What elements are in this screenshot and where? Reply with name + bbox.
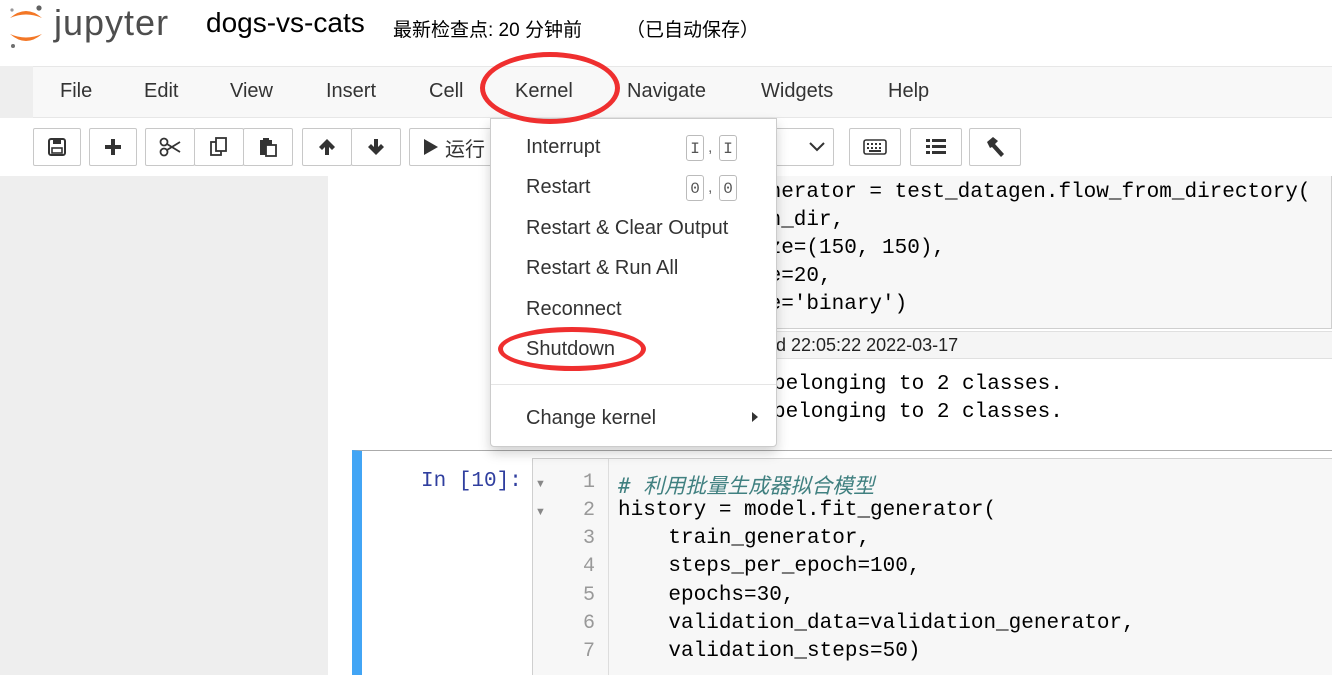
menu-help[interactable]: Help xyxy=(888,80,929,103)
menu-item-restart-run-all[interactable]: Restart & Run All xyxy=(526,257,678,280)
jupyter-logo-icon[interactable] xyxy=(6,2,46,50)
autosave-status: （已自动保存） xyxy=(626,20,760,41)
line-number: 1 xyxy=(582,471,595,494)
menu-file[interactable]: File xyxy=(60,80,92,103)
move-down-button[interactable] xyxy=(351,128,401,166)
checkpoint-status: 最新检查点: 20 分钟前 xyxy=(393,20,582,41)
menu-cell[interactable]: Cell xyxy=(429,80,463,103)
menu-widgets[interactable]: Widgets xyxy=(761,80,833,103)
line-number: 6 xyxy=(582,612,595,635)
menu-navigate[interactable]: Navigate xyxy=(627,80,706,103)
jupyter-logo-text[interactable]: jupyter xyxy=(54,2,169,44)
menu-divider xyxy=(491,384,776,385)
cell-type-select[interactable] xyxy=(770,128,834,166)
code-line: epochs=30, xyxy=(618,584,795,607)
code-line: train_generator, xyxy=(618,527,871,550)
command-palette-button[interactable] xyxy=(849,128,901,166)
cut-button[interactable] xyxy=(145,128,195,166)
hammer-icon xyxy=(987,137,1004,157)
kernel-dropdown-menu: Interrupt I , I Restart 0 , 0 Restart & … xyxy=(490,118,777,447)
code-line: de='binary') xyxy=(756,293,908,316)
paste-button[interactable] xyxy=(243,128,293,166)
code-line: history = model.fit_generator( xyxy=(618,499,997,522)
chevron-down-icon xyxy=(809,142,825,152)
insert-cell-button[interactable] xyxy=(89,128,137,166)
toc-button[interactable] xyxy=(910,128,962,166)
menu-item-restart[interactable]: Restart xyxy=(526,176,590,199)
menu-item-change-kernel[interactable]: Change kernel xyxy=(526,407,656,430)
line-number: 4 xyxy=(582,555,595,578)
run-label: 运行 xyxy=(445,138,485,161)
code-line: validation_steps=50) xyxy=(618,640,921,663)
notebook-name[interactable]: dogs-vs-cats xyxy=(206,7,365,39)
shortcut-key: I xyxy=(686,135,704,161)
save-button[interactable] xyxy=(33,128,81,166)
cell-prompt: In [10]: xyxy=(421,470,522,493)
save-icon xyxy=(48,138,66,156)
menu-item-reconnect[interactable]: Reconnect xyxy=(526,298,622,321)
menu-item-restart-clear-output[interactable]: Restart & Clear Output xyxy=(526,217,728,240)
code-comment: # 利用批量生成器拟合模型 xyxy=(618,474,875,498)
shortcut-separator: , xyxy=(708,139,713,156)
menu-item-shutdown[interactable]: Shutdown xyxy=(526,338,615,361)
line-number: 5 xyxy=(582,584,595,607)
output-line: belonging to 2 classes. xyxy=(773,401,1063,424)
code-line: validation_data=validation_generator, xyxy=(618,612,1135,635)
arrow-up-icon xyxy=(319,139,335,155)
copy-icon xyxy=(210,137,227,156)
scissors-icon xyxy=(159,137,181,157)
play-icon xyxy=(424,139,438,155)
line-number: 7 xyxy=(582,640,595,663)
shortcut-key: 0 xyxy=(719,175,737,201)
shortcut-key: I xyxy=(719,135,737,161)
menubar: File Edit View Insert Cell Kernel Naviga… xyxy=(33,66,1332,118)
list-icon xyxy=(926,139,946,154)
build-button[interactable] xyxy=(969,128,1021,166)
header: jupyter dogs-vs-cats 最新检查点: 20 分钟前 （已自动保… xyxy=(0,0,1332,66)
shortcut-key: 0 xyxy=(686,175,704,201)
plus-icon xyxy=(105,139,121,155)
shortcut-separator: , xyxy=(708,179,713,196)
line-number: 3 xyxy=(582,527,595,550)
keyboard-icon xyxy=(863,139,887,155)
menu-kernel[interactable]: Kernel xyxy=(515,80,573,103)
copy-button[interactable] xyxy=(194,128,244,166)
arrow-down-icon xyxy=(368,139,384,155)
menu-item-interrupt[interactable]: Interrupt xyxy=(526,136,600,159)
paste-icon xyxy=(260,138,277,157)
menu-view[interactable]: View xyxy=(230,80,273,103)
menu-insert[interactable]: Insert xyxy=(326,80,376,103)
run-button[interactable]: 运行 xyxy=(409,128,499,166)
move-up-button[interactable] xyxy=(302,128,352,166)
chevron-right-icon xyxy=(752,412,758,422)
code-line: steps_per_epoch=100, xyxy=(618,555,921,578)
menu-edit[interactable]: Edit xyxy=(144,80,178,103)
line-number: 2 xyxy=(582,499,595,522)
output-line: belonging to 2 classes. xyxy=(773,373,1063,396)
code-line: enerator = test_datagen.flow_from_direct… xyxy=(756,181,1311,204)
code-line: ize=(150, 150), xyxy=(756,237,946,260)
